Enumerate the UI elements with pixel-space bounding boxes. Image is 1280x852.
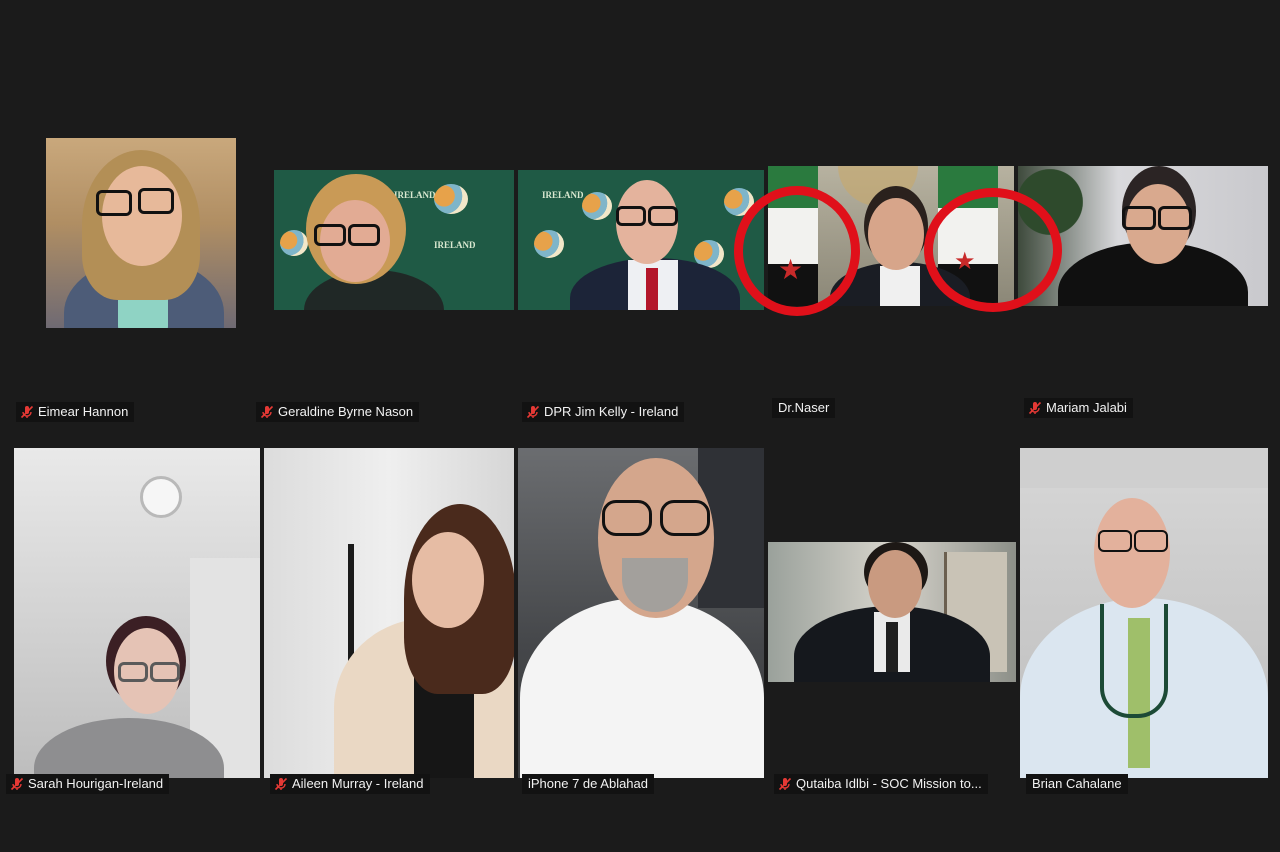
- ceiling-light: [140, 476, 182, 518]
- participant-name: Mariam Jalabi: [1046, 400, 1127, 415]
- ireland-logo: [582, 192, 612, 220]
- name-tag-iphone: iPhone 7 de Ablahad: [522, 774, 654, 794]
- video-feed: [1020, 448, 1268, 778]
- video-tile-iphone[interactable]: [518, 448, 764, 778]
- person-face: [102, 166, 182, 266]
- video-feed: [518, 448, 764, 778]
- video-feed: [768, 542, 1016, 682]
- video-tile-jim[interactable]: IRELAND: [518, 170, 764, 310]
- video-feed: [14, 448, 260, 778]
- video-tile-sarah[interactable]: [14, 448, 260, 778]
- tie: [646, 268, 658, 310]
- ireland-backdrop-text: IRELAND: [394, 190, 436, 200]
- participant-name: DPR Jim Kelly - Ireland: [544, 404, 679, 419]
- participant-name: Qutaiba Idlbi - SOC Mission to...: [796, 776, 982, 791]
- video-tile-aileen[interactable]: [264, 448, 514, 778]
- mic-muted-icon: [274, 777, 288, 791]
- shirt: [880, 266, 920, 306]
- ireland-logo: [280, 230, 308, 256]
- mic-muted-icon: [1028, 401, 1042, 415]
- glasses: [648, 206, 678, 226]
- tie: [886, 622, 898, 672]
- participant-name: Brian Cahalane: [1032, 776, 1122, 791]
- glasses: [616, 206, 646, 226]
- name-tag-jim: DPR Jim Kelly - Ireland: [522, 402, 685, 422]
- name-tag-qutaiba: Qutaiba Idlbi - SOC Mission to...: [774, 774, 988, 794]
- video-feed: IRELAND IRELAND: [274, 170, 514, 310]
- glasses: [314, 224, 346, 246]
- glasses: [96, 190, 132, 216]
- person-face: [868, 550, 922, 618]
- glasses: [1134, 530, 1168, 552]
- name-tag-mariam: Mariam Jalabi: [1024, 398, 1133, 418]
- person-face: [868, 198, 924, 270]
- glasses: [118, 662, 148, 682]
- glasses: [348, 224, 380, 246]
- glasses: [150, 662, 180, 682]
- name-tag-eimear: Eimear Hannon: [16, 402, 135, 422]
- ireland-logo: [534, 230, 564, 258]
- video-tile-geraldine[interactable]: IRELAND IRELAND: [274, 170, 514, 310]
- mic-muted-icon: [20, 405, 34, 419]
- participant-name: Aileen Murray - Ireland: [292, 776, 424, 791]
- mic-muted-icon: [778, 777, 792, 791]
- lanyard: [1100, 604, 1168, 718]
- annotation-circle-left: [734, 186, 860, 316]
- video-tile-qutaiba[interactable]: [768, 542, 1016, 682]
- video-feed: [46, 138, 236, 328]
- glasses: [1158, 206, 1192, 230]
- glasses: [602, 500, 652, 536]
- name-tag-aileen: Aileen Murray - Ireland: [270, 774, 430, 794]
- glasses: [660, 500, 710, 536]
- participant-name: Dr.Naser: [778, 400, 830, 415]
- glasses: [138, 188, 174, 214]
- participant-name: iPhone 7 de Ablahad: [528, 776, 648, 791]
- glasses: [1122, 206, 1156, 230]
- participant-name: Eimear Hannon: [38, 404, 129, 419]
- video-feed: IRELAND: [518, 170, 764, 310]
- ireland-backdrop-text: IRELAND: [542, 190, 584, 200]
- mic-muted-icon: [10, 777, 24, 791]
- person-face: [412, 532, 484, 628]
- person-face: [1094, 498, 1170, 608]
- mic-muted-icon: [526, 405, 540, 419]
- participant-name: Sarah Hourigan-Ireland: [28, 776, 164, 791]
- annotation-circle-right: [924, 188, 1062, 312]
- video-tile-eimear[interactable]: [46, 138, 236, 328]
- mic-muted-icon: [260, 405, 274, 419]
- ireland-backdrop-text: IRELAND: [434, 240, 476, 250]
- ireland-logo: [434, 184, 468, 214]
- participant-name: Geraldine Byrne Nason: [278, 404, 414, 419]
- name-tag-sarah: Sarah Hourigan-Ireland: [6, 774, 170, 794]
- ceiling: [1020, 448, 1268, 488]
- person-body: [520, 598, 764, 778]
- glasses: [1098, 530, 1132, 552]
- name-tag-geraldine: Geraldine Byrne Nason: [256, 402, 420, 422]
- name-tag-naser: Dr.Naser: [772, 398, 836, 418]
- video-feed: [264, 448, 514, 778]
- name-tag-brian: Brian Cahalane: [1026, 774, 1128, 794]
- video-tile-brian[interactable]: [1020, 448, 1268, 778]
